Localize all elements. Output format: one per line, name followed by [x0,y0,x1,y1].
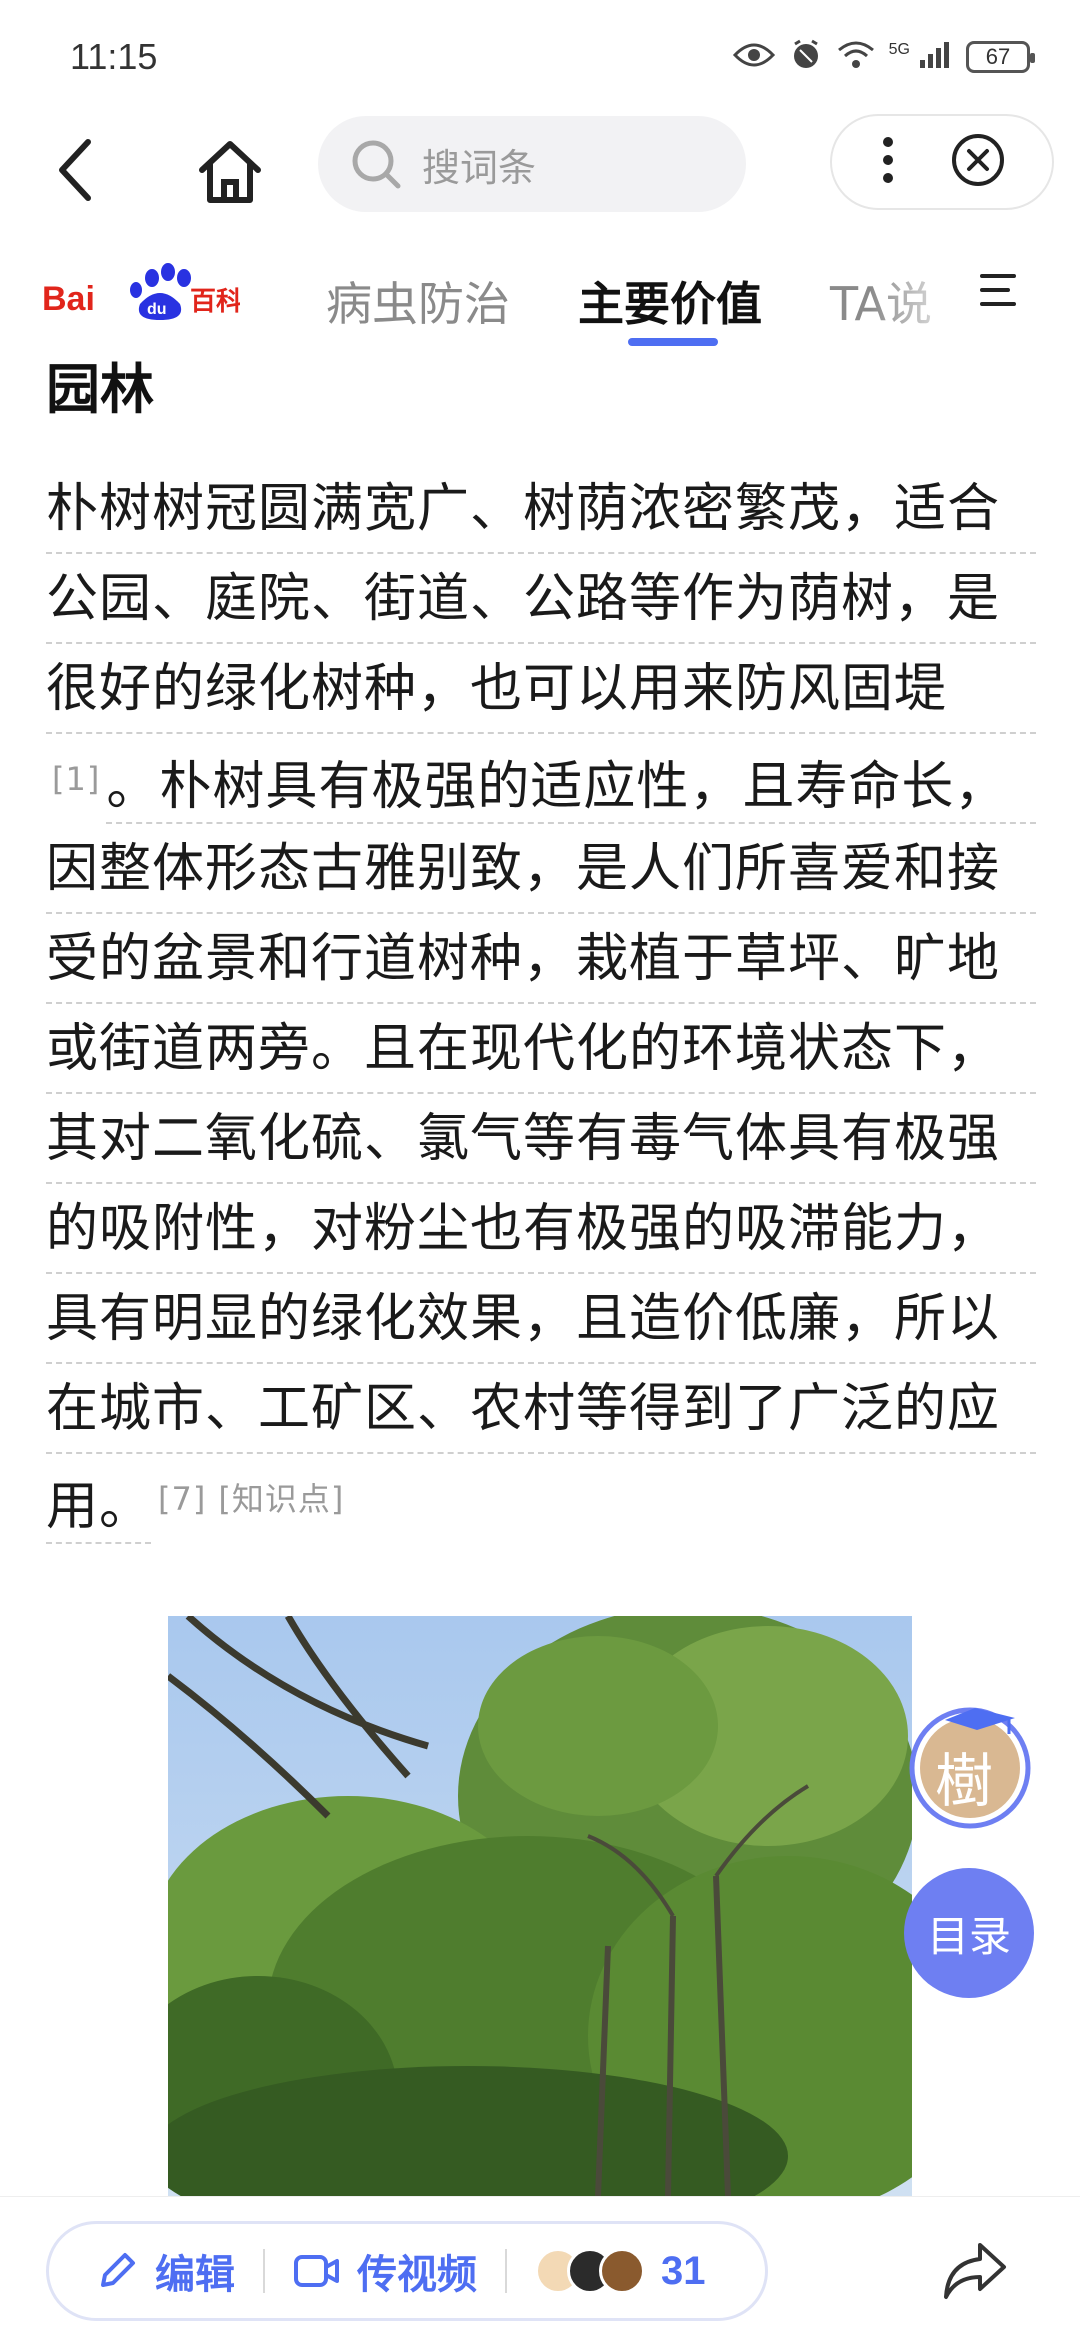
close-icon [952,134,1004,186]
status-icons: 5G 67 [732,38,1035,76]
back-icon [59,139,91,201]
bottom-action-bar: 编辑 传视频 31 [0,2196,1080,2340]
paragraph-line: 用。 [7] [知识点] [46,1454,1036,1544]
section-title: 园林 [46,358,154,421]
contributor-count: 31 [661,2248,706,2293]
search-input[interactable]: 搜词条 [318,116,746,212]
assistant-avatar-button[interactable]: 樹 [905,1700,1035,1830]
paragraph-line-text: 用。 [46,1477,153,1537]
upload-video-button[interactable]: 传视频 [293,2242,477,2300]
contributor-avatar [599,2248,645,2294]
network-label: 5G [888,41,910,58]
mini-program-capsule [830,114,1054,210]
divider [505,2249,507,2293]
upload-video-label: 传视频 [357,2252,477,2298]
reference-1[interactable]: [1] [52,760,100,798]
paragraph-line: 或街道两旁。且在现代化的环境状态下， [46,1004,1036,1094]
contributors-avatars[interactable] [535,2248,645,2294]
tab-fade-overlay [870,240,970,340]
pencil-icon [101,2253,135,2287]
action-pill: 编辑 传视频 31 [46,2221,768,2321]
tab-pest-control[interactable]: 病虫防治 [326,268,510,334]
status-bar: 11:15 5G 67 [0,0,1080,110]
paragraph-line: 的吸附性，对粉尘也有极强的吸滞能力， [46,1184,1036,1274]
share-button[interactable] [940,2239,1010,2303]
assistant-avatar-char: 樹 [935,1747,994,1815]
section-tab-bar: Bai du 百科 病虫防治 主要价值 TA说 [0,240,1080,350]
home-button[interactable] [190,132,270,212]
back-button[interactable] [48,128,112,212]
home-icon [199,141,261,203]
article-paragraph: 朴树树冠圆满宽广、树荫浓密繁茂，适合 公园、庭院、街道、公路等作为荫树，是 很好… [46,464,1036,1544]
tree-photo[interactable] [168,1616,912,2196]
wifi-icon [837,40,875,74]
paragraph-line: 朴树树冠圆满宽广、树荫浓密繁茂，适合 [46,464,1036,554]
reference-7[interactable]: [7] [158,1480,206,1518]
paragraph-line: 公园、庭院、街道、公路等作为荫树，是 [46,554,1036,644]
active-tab-indicator [628,338,718,346]
svg-text:Bai: Bai [42,280,95,318]
knowledge-point-link[interactable]: [知识点] [218,1480,344,1518]
paragraph-line: 其对二氧化硫、氯气等有毒气体具有极强 [46,1094,1036,1184]
divider [263,2249,265,2293]
paragraph-line: [1] 。朴树具有极强的适应性，且寿命长， [46,734,1036,824]
battery-icon: 67 [966,41,1035,73]
tab-menu-button[interactable] [978,270,1018,310]
paragraph-line-text: 。朴树具有极强的适应性，且寿命长， [106,757,1008,817]
status-time: 11:15 [70,36,158,77]
svg-text:du: du [147,301,167,318]
paragraph-line: 受的盆景和行道树种，栽植于草坪、旷地 [46,914,1036,1004]
share-icon [944,2243,1006,2299]
svg-text:百科: 百科 [190,287,240,317]
tab-main-value[interactable]: 主要价值 [578,268,762,334]
search-icon [352,140,401,189]
top-navigation-bar: 搜词条 [0,110,1080,220]
more-button[interactable] [878,130,898,194]
alarm-icon [789,38,823,76]
table-of-contents-button[interactable]: 目录 [904,1868,1034,1998]
paragraph-line: 具有明显的绿化效果，且造价低廉，所以 [46,1274,1036,1364]
paragraph-line: 在城市、工矿区、农村等得到了广泛的应 [46,1364,1036,1454]
baidu-baike-logo: Bai du 百科 [40,250,242,330]
more-icon [883,137,893,183]
signal-icon [918,40,952,74]
edit-label: 编辑 [155,2252,235,2298]
close-button[interactable] [950,132,1006,192]
eye-icon [732,40,775,74]
edit-button[interactable]: 编辑 [95,2242,235,2300]
search-placeholder: 搜词条 [422,145,537,190]
menu-icon [980,274,1016,306]
video-camera-icon [294,2255,339,2287]
paragraph-line: 因整体形态古雅别致，是人们所喜爱和接 [46,824,1036,914]
paragraph-line: 很好的绿化树种，也可以用来防风固堤 [46,644,1036,734]
